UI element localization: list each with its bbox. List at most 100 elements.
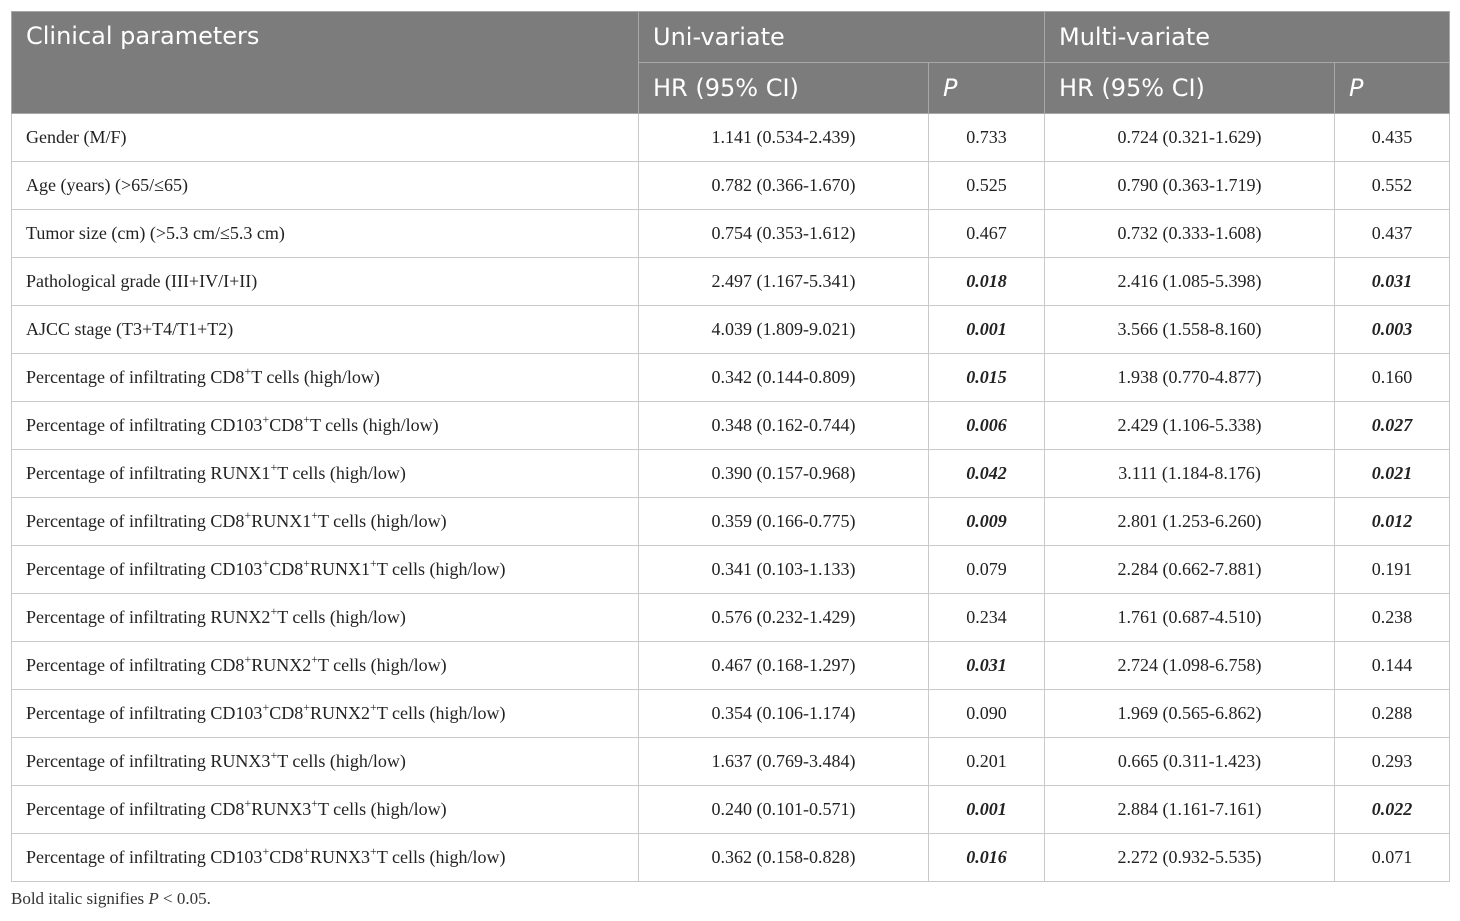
- cell-uni-p: 0.042: [927, 449, 1046, 498]
- cell-uni-p: 0.001: [927, 785, 1046, 834]
- cell-parameter: Age (years) (>65/≤65): [11, 161, 639, 210]
- footnote-suffix: < 0.05.: [158, 889, 211, 908]
- cell-multi-p: 0.191: [1334, 545, 1451, 594]
- cell-parameter: Percentage of infiltrating RUNX1+T cells…: [11, 449, 639, 498]
- cell-parameter: Percentage of infiltrating CD103+CD8+RUN…: [11, 545, 639, 594]
- results-table-container: Clinical parameters Uni-variate Multi-va…: [11, 11, 1451, 882]
- footnote-prefix: Bold italic signifies: [11, 889, 149, 908]
- cell-multi-hr: 0.732 (0.333-1.608): [1044, 209, 1336, 258]
- cell-multi-p: 0.293: [1334, 737, 1451, 786]
- table-body: Gender (M/F) 1.141 (0.534-2.439) 0.733 0.72…: [11, 113, 1451, 882]
- cell-parameter: Percentage of infiltrating CD8+RUNX3+T c…: [11, 785, 639, 834]
- cell-multi-p: 0.238: [1334, 593, 1451, 642]
- table-row: Percentage of infiltrating RUNX3+T cells…: [11, 737, 1451, 786]
- cell-multi-p: 0.027: [1334, 401, 1451, 450]
- cell-parameter: Percentage of infiltrating CD8+RUNX1+T c…: [11, 497, 639, 546]
- header-uni-p: P: [927, 62, 1046, 114]
- cell-multi-hr: 0.665 (0.311-1.423): [1044, 737, 1336, 786]
- cell-uni-hr: 0.754 (0.353-1.612): [638, 209, 929, 258]
- cell-uni-hr: 0.359 (0.166-0.775): [638, 497, 929, 546]
- table-row: Age (years) (>65/≤65) 0.782 (0.366-1.670)…: [11, 161, 1451, 210]
- header-multi-variate: Multi-variate: [1044, 11, 1451, 63]
- cell-multi-hr: 3.566 (1.558-8.160): [1044, 305, 1336, 354]
- cell-multi-hr: 2.284 (0.662-7.881): [1044, 545, 1336, 594]
- table-row: Percentage of infiltrating CD8+RUNX3+T c…: [11, 785, 1451, 834]
- table-row: Percentage of infiltrating CD103+CD8+RUN…: [11, 545, 1451, 594]
- cell-parameter: Gender (M/F): [11, 113, 639, 162]
- cell-uni-p: 0.467: [927, 209, 1046, 258]
- table-row: Pathological grade (III+IV/I+II) 2.497 (1…: [11, 257, 1451, 306]
- cell-multi-p: 0.031: [1334, 257, 1451, 306]
- table-row: Gender (M/F) 1.141 (0.534-2.439) 0.733 0.72…: [11, 113, 1451, 162]
- cell-multi-p: 0.021: [1334, 449, 1451, 498]
- cell-multi-p: 0.160: [1334, 353, 1451, 402]
- cell-uni-p: 0.009: [927, 497, 1046, 546]
- cell-parameter: Percentage of infiltrating RUNX2+T cells…: [11, 593, 639, 642]
- cell-multi-p: 0.012: [1334, 497, 1451, 546]
- cell-multi-hr: 2.272 (0.932-5.535): [1044, 833, 1336, 882]
- cell-parameter: Tumor size (cm) (>5.3 cm/≤5.3 cm): [11, 209, 639, 258]
- cell-uni-p: 0.090: [927, 689, 1046, 738]
- table-header: Clinical parameters Uni-variate Multi-va…: [11, 11, 1451, 114]
- table-row: Percentage of infiltrating RUNX2+T cells…: [11, 593, 1451, 642]
- cell-multi-hr: 3.111 (1.184-8.176): [1044, 449, 1336, 498]
- cell-multi-hr: 2.801 (1.253-6.260): [1044, 497, 1336, 546]
- cell-uni-p: 0.006: [927, 401, 1046, 450]
- header-multi-p: P: [1334, 62, 1451, 114]
- cell-uni-p: 0.031: [927, 641, 1046, 690]
- cell-multi-hr: 0.790 (0.363-1.719): [1044, 161, 1336, 210]
- table-row: Percentage of infiltrating CD103+CD8+T c…: [11, 401, 1451, 450]
- cell-parameter: AJCC stage (T3+T4/T1+T2): [11, 305, 639, 354]
- cell-multi-p: 0.071: [1334, 833, 1451, 882]
- cell-uni-hr: 0.342 (0.144-0.809): [638, 353, 929, 402]
- cell-multi-p: 0.003: [1334, 305, 1451, 354]
- cell-multi-p: 0.437: [1334, 209, 1451, 258]
- cell-multi-hr: 0.724 (0.321-1.629): [1044, 113, 1336, 162]
- cell-uni-hr: 0.240 (0.101-0.571): [638, 785, 929, 834]
- table-row: Percentage of infiltrating RUNX1+T cells…: [11, 449, 1451, 498]
- cell-parameter: Pathological grade (III+IV/I+II): [11, 257, 639, 306]
- cell-uni-hr: 0.467 (0.168-1.297): [638, 641, 929, 690]
- cell-multi-p: 0.552: [1334, 161, 1451, 210]
- cell-uni-p: 0.525: [927, 161, 1046, 210]
- cell-multi-hr: 2.416 (1.085-5.398): [1044, 257, 1336, 306]
- cell-uni-hr: 0.341 (0.103-1.133): [638, 545, 929, 594]
- cox-regression-table: Clinical parameters Uni-variate Multi-va…: [11, 11, 1451, 882]
- table-footnote: Bold italic signifies P < 0.05.: [11, 889, 211, 909]
- cell-multi-hr: 2.724 (1.098-6.758): [1044, 641, 1336, 690]
- cell-parameter: Percentage of infiltrating CD103+CD8+T c…: [11, 401, 639, 450]
- table-row: AJCC stage (T3+T4/T1+T2) 4.039 (1.809-9.0…: [11, 305, 1451, 354]
- header-multi-hr: HR (95% CI): [1044, 62, 1336, 114]
- cell-parameter: Percentage of infiltrating RUNX3+T cells…: [11, 737, 639, 786]
- cell-uni-hr: 0.782 (0.366-1.670): [638, 161, 929, 210]
- header-clinical-parameters: Clinical parameters: [11, 11, 639, 114]
- table-row: Percentage of infiltrating CD103+CD8+RUN…: [11, 689, 1451, 738]
- cell-parameter: Percentage of infiltrating CD8+RUNX2+T c…: [11, 641, 639, 690]
- cell-multi-hr: 1.761 (0.687-4.510): [1044, 593, 1336, 642]
- cell-uni-hr: 0.576 (0.232-1.429): [638, 593, 929, 642]
- cell-uni-hr: 0.354 (0.106-1.174): [638, 689, 929, 738]
- cell-uni-hr: 0.348 (0.162-0.744): [638, 401, 929, 450]
- cell-parameter: Percentage of infiltrating CD103+CD8+RUN…: [11, 833, 639, 882]
- cell-parameter: Percentage of infiltrating CD8+T cells (…: [11, 353, 639, 402]
- cell-uni-hr: 0.390 (0.157-0.968): [638, 449, 929, 498]
- table-row: Tumor size (cm) (>5.3 cm/≤5.3 cm) 0.754 (…: [11, 209, 1451, 258]
- cell-multi-hr: 1.938 (0.770-4.877): [1044, 353, 1336, 402]
- cell-uni-hr: 0.362 (0.158-0.828): [638, 833, 929, 882]
- cell-uni-p: 0.733: [927, 113, 1046, 162]
- cell-uni-p: 0.234: [927, 593, 1046, 642]
- cell-multi-p: 0.288: [1334, 689, 1451, 738]
- table-row: Percentage of infiltrating CD8+T cells (…: [11, 353, 1451, 402]
- cell-multi-hr: 2.429 (1.106-5.338): [1044, 401, 1336, 450]
- cell-multi-hr: 2.884 (1.161-7.161): [1044, 785, 1336, 834]
- table-row: Percentage of infiltrating CD8+RUNX1+T c…: [11, 497, 1451, 546]
- cell-uni-p: 0.015: [927, 353, 1046, 402]
- table-row: Percentage of infiltrating CD8+RUNX2+T c…: [11, 641, 1451, 690]
- cell-uni-p: 0.001: [927, 305, 1046, 354]
- cell-parameter: Percentage of infiltrating CD103+CD8+RUN…: [11, 689, 639, 738]
- table-row: Percentage of infiltrating CD103+CD8+RUN…: [11, 833, 1451, 882]
- header-uni-hr: HR (95% CI): [638, 62, 929, 114]
- cell-multi-hr: 1.969 (0.565-6.862): [1044, 689, 1336, 738]
- cell-uni-p: 0.018: [927, 257, 1046, 306]
- cell-uni-p: 0.079: [927, 545, 1046, 594]
